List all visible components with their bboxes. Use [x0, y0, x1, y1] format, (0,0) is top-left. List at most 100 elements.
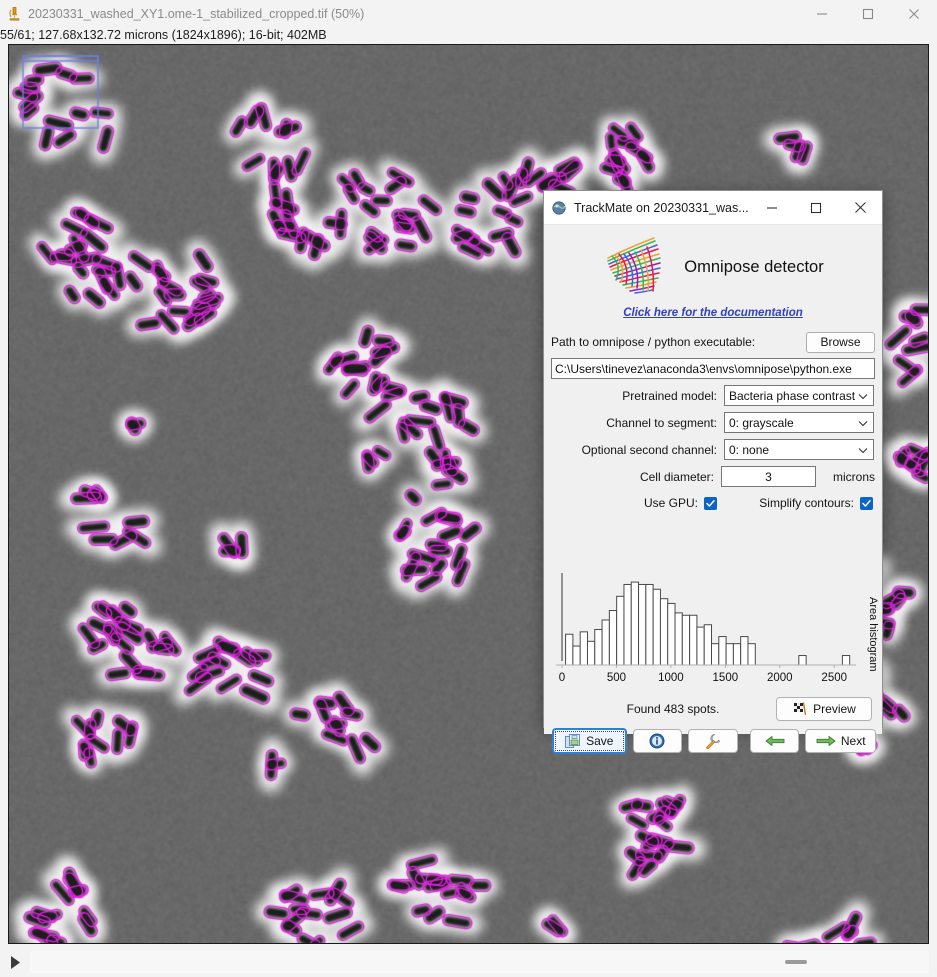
histogram-tick-label: 2500 — [821, 672, 847, 684]
channel-to-segment-label: Channel to segment: — [606, 415, 717, 430]
histogram-bar — [703, 624, 713, 666]
use-gpu-checkbox[interactable] — [704, 496, 717, 510]
histogram-bar — [798, 655, 807, 666]
histogram-tick-label: 2000 — [767, 672, 793, 684]
settings-wrench-button[interactable] — [688, 729, 738, 753]
chevron-down-icon — [858, 393, 868, 399]
histogram-bar — [616, 595, 625, 666]
use-gpu-label: Use GPU: — [643, 496, 698, 510]
frame-scrollbar[interactable] — [30, 951, 929, 973]
histogram-bar — [565, 633, 574, 666]
status-row: Found 483 spots. Preview — [544, 696, 884, 722]
histogram-bar — [586, 640, 596, 666]
simplify-contours-checkbox[interactable] — [860, 496, 873, 510]
check-icon — [862, 499, 871, 507]
second-channel-value: 0: none — [729, 442, 770, 457]
histogram-tick-label: 500 — [607, 672, 626, 684]
histogram-tick-label: 0 — [559, 672, 565, 684]
histogram-bar — [711, 643, 720, 666]
save-disk-icon — [565, 733, 581, 748]
dialog-maximize-button[interactable] — [794, 191, 838, 225]
next-label: Next — [840, 734, 866, 748]
histogram-bar — [732, 643, 742, 666]
histogram-bar — [645, 583, 654, 666]
histogram-bar — [572, 645, 581, 666]
cell-diameter-input[interactable] — [720, 466, 816, 487]
histogram-x-ticks: 0 500 1000 1500 2000 2500 — [559, 665, 847, 684]
detector-header: Omnipose detector — [544, 231, 882, 303]
histogram-bar — [630, 581, 640, 666]
histogram-bar — [696, 626, 705, 666]
main-titlebar: 20230331_washed_XY1.ome-1_stabilized_cro… — [0, 0, 937, 27]
trackmate-omnipose-dialog: TrackMate on 20230331_was... Omnipose de… — [543, 190, 883, 754]
arrow-left-icon — [765, 736, 785, 746]
play-icon[interactable] — [0, 947, 30, 977]
python-path-input[interactable] — [551, 358, 875, 379]
simplify-contours-label: Simplify contours: — [759, 496, 854, 510]
pretrained-model-select[interactable]: Bacteria phase contrast — [724, 385, 874, 406]
histogram-bar — [659, 598, 669, 666]
maximize-button[interactable] — [845, 0, 891, 27]
microscope-icon — [0, 0, 28, 27]
histogram-tick-label: 1000 — [658, 672, 684, 684]
histogram-bars — [565, 581, 851, 666]
frame-scrollbar-thumb[interactable] — [785, 960, 808, 964]
channel-to-segment-value: 0: grayscale — [729, 415, 794, 430]
path-label: Path to omnipose / python executable: — [551, 335, 756, 349]
main-window-title: 20230331_washed_XY1.ome-1_stabilized_cro… — [28, 6, 365, 21]
histogram-bar — [579, 631, 588, 666]
documentation-link[interactable]: Click here for the documentation — [544, 307, 882, 319]
histogram-bar — [725, 643, 734, 666]
previous-button[interactable] — [749, 729, 800, 753]
channel-to-segment-select[interactable]: 0: grayscale — [724, 412, 874, 433]
path-row: Path to omnipose / python executable: Br… — [551, 329, 875, 355]
browse-button[interactable]: Browse — [806, 331, 875, 353]
trackmate-icon — [544, 191, 574, 225]
histogram-bar — [689, 614, 698, 666]
cell-diameter-unit: microns — [832, 469, 875, 484]
image-info-line: 55/61; 127.68x132.72 microns (1824x1896)… — [0, 27, 937, 44]
histogram-bar — [623, 583, 632, 666]
minimize-button[interactable] — [799, 0, 845, 27]
save-button[interactable]: Save — [552, 728, 627, 754]
histogram-bar — [740, 636, 749, 666]
histogram-bar — [667, 602, 676, 666]
cell-diameter-row: Cell diameter: microns — [551, 466, 875, 487]
arrow-right-icon — [816, 736, 836, 746]
info-button[interactable] — [632, 729, 683, 753]
histogram-tick-label: 1500 — [713, 672, 739, 684]
next-button[interactable]: Next — [805, 729, 877, 753]
histogram-bar — [638, 583, 647, 666]
histogram-bar — [841, 655, 851, 666]
checkered-flag-icon — [794, 702, 807, 716]
area-histogram-svg: 0 500 1000 1500 2000 2500 — [556, 573, 856, 684]
second-channel-select[interactable]: 0: none — [724, 439, 874, 460]
check-icon — [706, 499, 715, 507]
checkbox-row: Use GPU: Simplify contours: — [551, 496, 875, 510]
histogram-bar — [747, 643, 756, 666]
chevron-down-icon — [858, 447, 868, 453]
close-button[interactable] — [891, 0, 937, 27]
preview-button[interactable]: Preview — [776, 697, 872, 721]
pretrained-model-label: Pretrained model: — [622, 388, 717, 403]
save-label: Save — [586, 734, 614, 748]
dialog-minimize-button[interactable] — [750, 191, 794, 225]
chevron-down-icon — [858, 420, 868, 426]
dialog-button-row: Save Next — [544, 725, 884, 757]
dialog-titlebar: TrackMate on 20230331_was... — [544, 191, 882, 225]
omnipose-logo-icon — [607, 237, 662, 294]
histogram-bar — [718, 636, 727, 666]
histogram-bar — [652, 588, 661, 666]
histogram-bar — [681, 614, 691, 666]
dialog-close-button[interactable] — [838, 191, 882, 225]
wrench-icon — [706, 734, 721, 749]
frame-slider-bar — [0, 947, 937, 977]
dialog-body: Omnipose detector Click here for the doc… — [544, 231, 884, 754]
area-histogram-chart: 0 500 1000 1500 2000 2500 Area histogram — [544, 563, 884, 688]
histogram-bar — [601, 619, 610, 666]
second-channel-label: Optional second channel: — [581, 442, 717, 457]
pretrained-model-row: Pretrained model: Bacteria phase contras… — [551, 385, 875, 406]
histogram-bar — [674, 612, 683, 666]
dialog-title: TrackMate on 20230331_was... — [574, 200, 749, 215]
histogram-bar — [594, 628, 603, 666]
